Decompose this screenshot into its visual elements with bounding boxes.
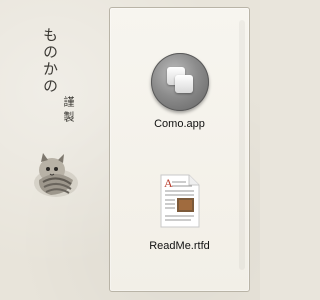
como-app-item[interactable]: Como.app <box>110 53 249 130</box>
rich-text-document-icon: A <box>160 174 199 228</box>
svg-text:A: A <box>164 176 173 190</box>
cat-illustration <box>34 153 78 197</box>
brand-title: ものかの <box>41 27 59 95</box>
brand-subtitle: 謹製 <box>62 96 75 126</box>
finder-window-pane: Como.app A ReadMe.rtfd <box>109 7 250 292</box>
readme-rtfd-item[interactable]: A ReadMe.rtfd <box>110 173 249 252</box>
como-app-label: Como.app <box>154 118 205 130</box>
app-icon <box>150 53 209 111</box>
readme-rtfd-label: ReadMe.rtfd <box>149 240 210 252</box>
